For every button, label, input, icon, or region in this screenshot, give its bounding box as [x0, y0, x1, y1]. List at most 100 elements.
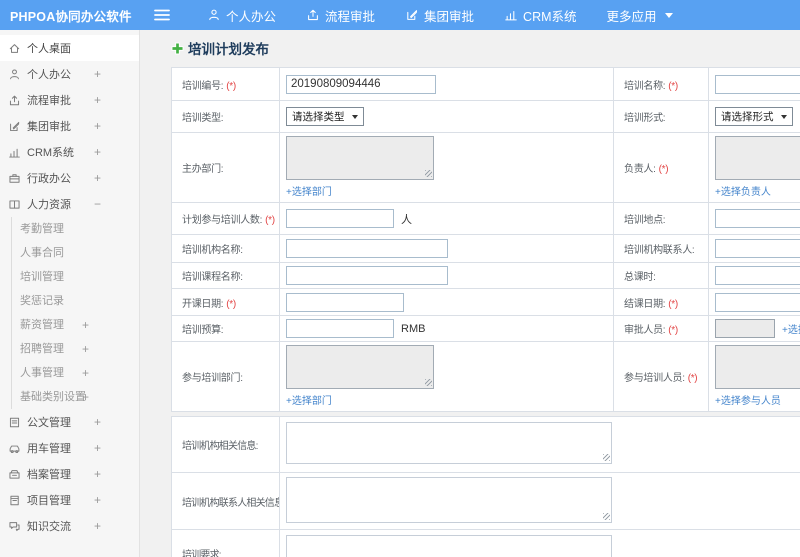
sidebar-subitem-reward-punishment-records[interactable]: 奖惩记录 — [12, 289, 139, 313]
training-course-name-input[interactable] — [286, 266, 448, 285]
course-end-date-input[interactable] — [715, 292, 800, 312]
approver-label: 审批人员: (*) — [613, 315, 709, 342]
sidebar-item-archive-management[interactable]: 档案管理 + — [0, 461, 139, 487]
training-org-name-input[interactable] — [286, 239, 448, 258]
required-mark: (*) — [668, 325, 678, 336]
expander-icon[interactable]: − — [94, 198, 101, 210]
participating-personnel-textarea[interactable] — [715, 345, 800, 389]
expander-icon[interactable]: + — [94, 120, 101, 132]
course-end-date-label: 结课日期: (*) — [613, 288, 709, 316]
expander-icon[interactable]: + — [82, 391, 89, 403]
app-title: PHPOA协同办公软件 — [10, 9, 132, 24]
nav-personal-office[interactable]: 个人办公 — [207, 6, 276, 25]
training-org-contact-info-textarea[interactable] — [286, 476, 612, 523]
expander-icon[interactable]: + — [94, 520, 101, 532]
sidebar-item-crm-system[interactable]: CRM系统 + — [0, 139, 139, 165]
expander-icon[interactable]: + — [94, 468, 101, 480]
participating-personnel-link[interactable]: +选择参与人员 — [715, 396, 781, 407]
sidebar-item-label: 人力资源 — [27, 199, 71, 211]
sidebar-subitem-label: 人事管理 — [20, 367, 64, 379]
planned-participant-count-field-cell: 人 — [279, 202, 614, 235]
expander-icon[interactable]: + — [82, 367, 89, 379]
expander-icon[interactable]: + — [94, 442, 101, 454]
training-org-contact-input[interactable] — [715, 239, 800, 258]
total-class-hours-input[interactable] — [715, 266, 800, 285]
sidebar-subitem-training-management[interactable]: 培训管理 — [12, 265, 139, 289]
field-label-text: 培训预算: — [182, 325, 224, 336]
expander-icon[interactable]: + — [94, 146, 101, 158]
sidebar-subitem-personnel-management[interactable]: 人事管理 + — [12, 361, 139, 385]
menu-toggle-icon[interactable] — [154, 9, 170, 21]
training-location-label: 培训地点: — [613, 202, 709, 235]
approver-link[interactable]: +选择审批人员 — [782, 321, 800, 336]
sidebar-item-workflow-approval[interactable]: 流程审批 + — [0, 87, 139, 113]
training-location-input[interactable] — [715, 209, 800, 228]
expander-icon[interactable]: + — [94, 416, 101, 428]
host-department-link[interactable]: +选择部门 — [286, 187, 332, 198]
total-class-hours-field-cell — [708, 262, 800, 289]
training-number-input[interactable] — [286, 74, 436, 94]
planned-participant-count-input[interactable] — [286, 209, 394, 228]
book-icon — [8, 198, 21, 211]
training-type-label: 培训类型: — [171, 100, 280, 133]
expander-icon[interactable]: + — [94, 94, 101, 106]
host-department-textarea[interactable] — [286, 136, 434, 180]
nav-workflow-approval[interactable]: 流程审批 — [306, 6, 375, 25]
sidebar-item-project-management[interactable]: 项目管理 + — [0, 487, 139, 513]
sidebar-subitem-label: 招聘管理 — [20, 343, 64, 355]
chart-icon — [504, 8, 518, 22]
sidebar-subitem-basic-category-settings[interactable]: 基础类别设置 + — [12, 385, 139, 409]
dropdown-arrow-icon — [780, 114, 787, 119]
nav-crm-system[interactable]: CRM系统 — [504, 6, 577, 25]
expander-icon[interactable]: + — [94, 68, 101, 80]
training-requirements-textarea[interactable] — [286, 534, 612, 557]
expander-icon[interactable]: + — [94, 172, 101, 184]
approver-input[interactable] — [715, 319, 775, 338]
sidebar-item-human-resources[interactable]: 人力资源 − — [0, 191, 139, 217]
training-org-name-field-cell — [279, 234, 614, 263]
training-org-info-textarea[interactable] — [286, 422, 612, 464]
sidebar-item-document-management[interactable]: 公文管理 + — [0, 409, 139, 435]
field-label-text: 培训机构联系人相关信息: — [182, 497, 280, 509]
training-form-table: 培训编号:(*)培训名称:(*)培训类型:请选择类型培训形式:请选择形式主办部门… — [171, 67, 800, 412]
sidebar: 个人桌面 个人办公 + 流程审批 + 集团审批 + CRM系统 + 行政办公 + 人力资源 − 考勤管理人… — [0, 30, 140, 557]
form-row: 培训机构相关信息: — [171, 416, 800, 473]
person-in-charge-link[interactable]: +选择负责人 — [715, 187, 771, 198]
training-format-select[interactable]: 请选择形式 — [715, 107, 793, 126]
sidebar-item-admin-office[interactable]: 行政办公 + — [0, 165, 139, 191]
training-budget-input[interactable] — [286, 319, 394, 338]
edit-icon — [8, 120, 21, 133]
home-icon — [8, 42, 21, 55]
participating-departments-link[interactable]: +选择部门 — [286, 396, 332, 407]
sidebar-subitem-recruitment-management[interactable]: 招聘管理 + — [12, 337, 139, 361]
expander-icon[interactable]: + — [94, 494, 101, 506]
training-format-field-cell: 请选择形式 — [708, 100, 800, 133]
form-row: 参与培训部门: +选择部门 参与培训人员: (*) +选择参与人员 — [171, 341, 800, 412]
sidebar-subitem-attendance-management[interactable]: 考勤管理 — [12, 217, 139, 241]
nav-more-apps[interactable]: 更多应用 — [607, 6, 673, 25]
expander-icon[interactable]: + — [82, 343, 89, 355]
car-icon — [8, 442, 21, 455]
edit-icon — [405, 8, 419, 22]
nav-group-approval[interactable]: 集团审批 — [405, 6, 474, 25]
sidebar-subitem-label: 培训管理 — [20, 271, 64, 283]
course-start-date-input[interactable] — [286, 292, 404, 312]
person-in-charge-textarea[interactable] — [715, 136, 800, 180]
sidebar-item-personal-office[interactable]: 个人办公 + — [0, 61, 139, 87]
field-label-text: 计划参与培训人数: — [182, 215, 263, 226]
topbar: PHPOA协同办公软件 个人办公 流程审批 集团审批 CRM系统 更多应用 — [0, 0, 800, 30]
participating-departments-textarea[interactable] — [286, 345, 434, 389]
form-row: 培训机构联系人相关信息: — [171, 472, 800, 530]
expander-icon[interactable]: + — [82, 319, 89, 331]
training-type-select[interactable]: 请选择类型 — [286, 107, 364, 126]
sidebar-subitem-personnel-contract[interactable]: 人事合同 — [12, 241, 139, 265]
training-name-input[interactable] — [715, 74, 800, 94]
training-requirements-field-cell — [279, 529, 800, 557]
sidebar-subitem-label: 人事合同 — [20, 247, 64, 259]
sidebar-item-group-approval[interactable]: 集团审批 + — [0, 113, 139, 139]
sidebar-item-vehicle-management[interactable]: 用车管理 + — [0, 435, 139, 461]
sidebar-subitem-salary-management[interactable]: 薪资管理 + — [12, 313, 139, 337]
sidebar-item-personal-desktop[interactable]: 个人桌面 — [0, 35, 139, 61]
sidebar-item-knowledge-exchange[interactable]: 知识交流 + — [0, 513, 139, 539]
sidebar-item-label: 个人桌面 — [27, 43, 71, 55]
